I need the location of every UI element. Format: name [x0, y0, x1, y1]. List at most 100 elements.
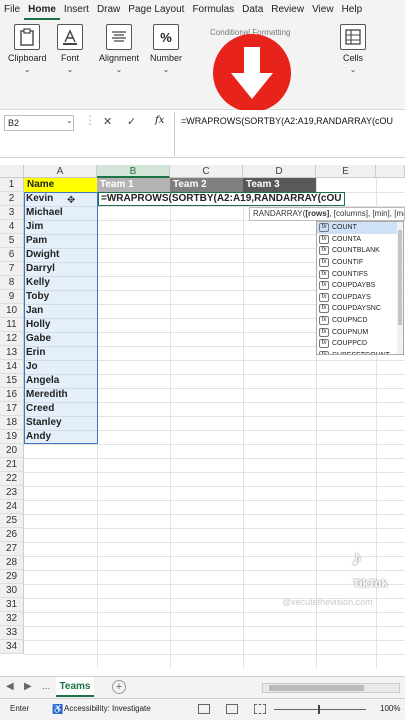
sheet-tab-teams[interactable]: Teams [56, 677, 94, 697]
tab-formulas[interactable]: Formulas [188, 0, 238, 20]
tab-file[interactable]: File [0, 0, 24, 20]
prev-sheet-icon[interactable]: ◀ [6, 681, 14, 692]
chevron-down-icon[interactable]: ⌄ [66, 116, 73, 125]
name-cell[interactable]: Jan [24, 304, 97, 318]
row-header[interactable]: 6 [0, 248, 24, 262]
name-cell[interactable]: Jim [24, 220, 97, 234]
tab-help[interactable]: Help [338, 0, 367, 20]
name-cell[interactable]: Dwight [24, 248, 97, 262]
row-header[interactable]: 23 [0, 486, 24, 500]
autocomplete-item[interactable]: fx COUPDAYS [317, 292, 403, 304]
tab-data[interactable]: Data [238, 0, 267, 20]
row-header[interactable]: 31 [0, 598, 24, 612]
row-header[interactable]: 29 [0, 570, 24, 584]
accessibility-status[interactable]: Accessibility: Investigate [64, 699, 151, 719]
row-header[interactable]: 10 [0, 304, 24, 318]
header-name[interactable]: Name [24, 178, 97, 192]
page-break-view-icon[interactable] [254, 704, 266, 714]
row-header[interactable]: 13 [0, 346, 24, 360]
cancel-icon[interactable]: ✕ [103, 115, 112, 128]
row-header[interactable]: 7 [0, 262, 24, 276]
scroll-thumb[interactable] [398, 230, 402, 325]
tooltip-function[interactable]: RANDARRAY( [253, 209, 305, 218]
row-header[interactable]: 33 [0, 626, 24, 640]
name-cell[interactable]: Angela [24, 374, 97, 388]
row-header[interactable]: 22 [0, 472, 24, 486]
column-header-a[interactable]: A [24, 165, 97, 178]
name-cell[interactable]: Kevin [24, 192, 97, 206]
zoom-level[interactable]: 100% [380, 699, 400, 719]
row-header[interactable]: 4 [0, 220, 24, 234]
row-header[interactable]: 21 [0, 458, 24, 472]
row-header[interactable]: 19 [0, 430, 24, 444]
name-cell[interactable]: Toby [24, 290, 97, 304]
header-team2[interactable]: Team 2 [170, 178, 243, 192]
autocomplete-item[interactable]: fx COUPNCD [317, 315, 403, 327]
header-team1[interactable]: Team 1 [97, 178, 170, 192]
autocomplete-item[interactable]: fx COUNTBLANK [317, 245, 403, 257]
alignment-group[interactable]: Alignment ⌄ [99, 24, 139, 74]
autocomplete-scrollbar[interactable] [397, 222, 403, 354]
tab-draw[interactable]: Draw [93, 0, 124, 20]
row-header[interactable]: 1 [0, 178, 24, 192]
header-team3[interactable]: Team 3 [243, 178, 316, 192]
row-header[interactable]: 16 [0, 388, 24, 402]
row-header[interactable]: 18 [0, 416, 24, 430]
row-header[interactable]: 3 [0, 206, 24, 220]
clipboard-group[interactable]: Clipboard ⌄ [8, 24, 47, 74]
name-cell[interactable]: Michael [24, 206, 97, 220]
next-sheet-icon[interactable]: ▶ [24, 681, 32, 692]
row-header[interactable]: 25 [0, 514, 24, 528]
more-sheets-button[interactable]: ... [42, 681, 50, 692]
row-header[interactable]: 14 [0, 360, 24, 374]
autocomplete-item[interactable]: fx COUNT [317, 222, 403, 234]
name-cell[interactable]: Holly [24, 318, 97, 332]
row-header[interactable]: 11 [0, 318, 24, 332]
row-header[interactable]: 2 [0, 192, 24, 206]
page-layout-view-icon[interactable] [226, 704, 238, 714]
name-cell[interactable]: Gabe [24, 332, 97, 346]
tab-page-layout[interactable]: Page Layout [124, 0, 188, 20]
row-header[interactable]: 34 [0, 640, 24, 654]
row-header[interactable]: 30 [0, 584, 24, 598]
column-header-f[interactable] [376, 165, 405, 178]
column-header-e[interactable]: E [316, 165, 376, 178]
name-cell[interactable]: Andy [24, 430, 97, 444]
insert-function-icon[interactable]: fx [155, 115, 164, 126]
enter-check-icon[interactable]: ✓ [127, 115, 136, 128]
row-header[interactable]: 28 [0, 556, 24, 570]
formula-input[interactable]: =WRAPROWS(SORTBY(A2:A19,RANDARRAY(cOU [181, 116, 393, 126]
add-sheet-button[interactable]: + [112, 680, 126, 694]
autocomplete-item[interactable]: fx COUPPCD [317, 338, 403, 350]
row-header[interactable]: 20 [0, 444, 24, 458]
name-cell[interactable]: Creed [24, 402, 97, 416]
cells-group[interactable]: Cells ⌄ [340, 24, 366, 74]
name-cell[interactable]: Pam [24, 234, 97, 248]
row-header[interactable]: 15 [0, 374, 24, 388]
row-header[interactable]: 9 [0, 290, 24, 304]
name-cell[interactable]: Erin [24, 346, 97, 360]
name-cell[interactable]: Darryl [24, 262, 97, 276]
autocomplete-item[interactable]: fx COUPDAYSNC [317, 303, 403, 315]
row-header[interactable]: 32 [0, 612, 24, 626]
row-header[interactable]: 8 [0, 276, 24, 290]
scroll-thumb[interactable] [269, 685, 364, 691]
horizontal-scrollbar[interactable] [262, 683, 400, 693]
row-header[interactable]: 26 [0, 528, 24, 542]
tab-insert[interactable]: Insert [60, 0, 93, 20]
zoom-slider[interactable] [274, 709, 366, 710]
name-cell[interactable]: Meredith [24, 388, 97, 402]
name-cell[interactable]: Stanley [24, 416, 97, 430]
row-header[interactable]: 24 [0, 500, 24, 514]
autocomplete-item[interactable]: fx COUPNUM [317, 326, 403, 338]
font-group[interactable]: Font ⌄ [57, 24, 83, 74]
tab-view[interactable]: View [308, 0, 338, 20]
name-box[interactable]: B2 [4, 115, 74, 131]
autocomplete-item[interactable]: fx COUPDAYBS [317, 280, 403, 292]
name-cell[interactable]: Kelly [24, 276, 97, 290]
autocomplete-item[interactable]: fxCUBESETCOUNT [317, 350, 403, 354]
column-header-b[interactable]: B [97, 165, 170, 178]
row-header[interactable]: 5 [0, 234, 24, 248]
zoom-thumb[interactable] [318, 705, 320, 714]
autocomplete-item[interactable]: fx COUNTA [317, 234, 403, 246]
